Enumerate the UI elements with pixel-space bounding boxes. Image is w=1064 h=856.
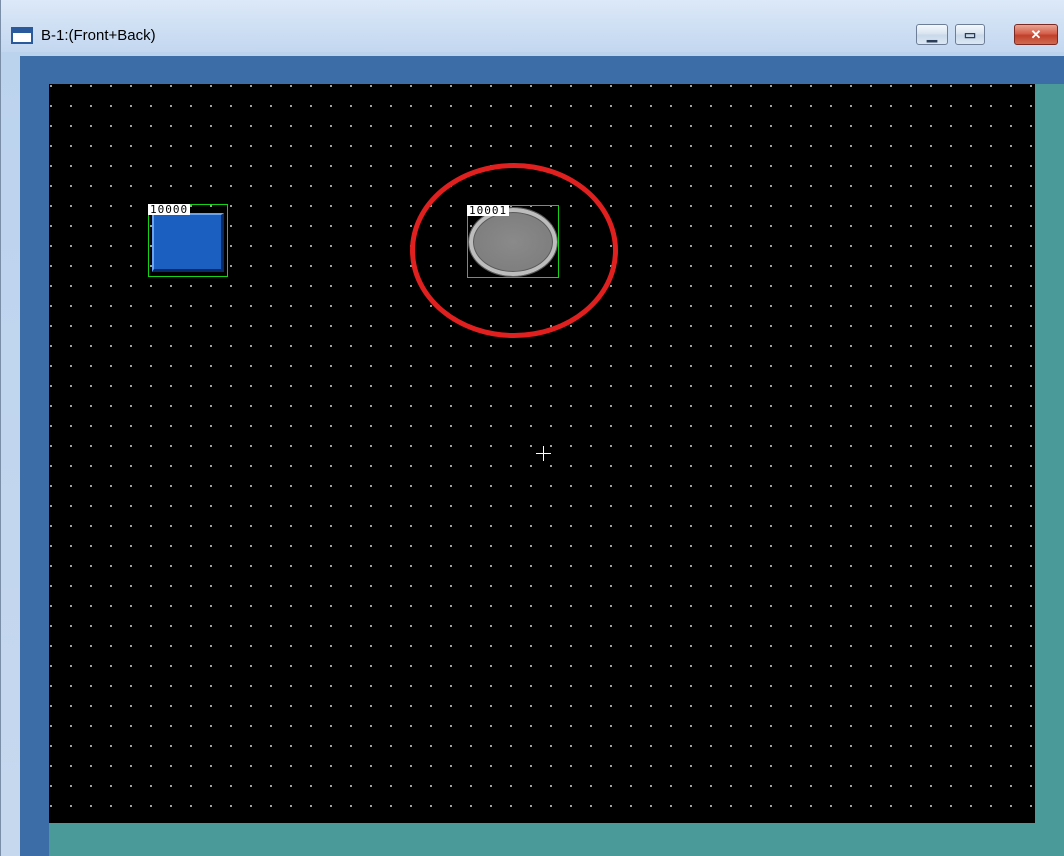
window-close-icon: ✕ [1030, 26, 1042, 42]
maximize-button[interactable]: ▭ [955, 24, 985, 45]
client-bottom-margin [49, 823, 1064, 856]
highlight-circle-annotation [410, 163, 618, 338]
close-button[interactable]: ✕ [1014, 24, 1058, 45]
minimize-button[interactable]: ▁ [916, 24, 948, 45]
window-maximize-icon: ▭ [963, 26, 977, 42]
window-minimize-icon: ▁ [927, 26, 937, 42]
window-icon [11, 27, 33, 44]
window-titlebar[interactable]: B-1:(Front+Back) ▁ ▭ ✕ [1, 0, 1064, 52]
window-title: B-1:(Front+Back) [41, 27, 156, 44]
client-right-margin [1035, 84, 1064, 823]
switch-part-id-label: 10000 [148, 203, 191, 216]
crosshair-cursor-icon [536, 446, 551, 461]
switch-part-button[interactable] [152, 213, 224, 272]
editor-window: B-1:(Front+Back) ▁ ▭ ✕ 10000 10001 [0, 0, 1064, 856]
